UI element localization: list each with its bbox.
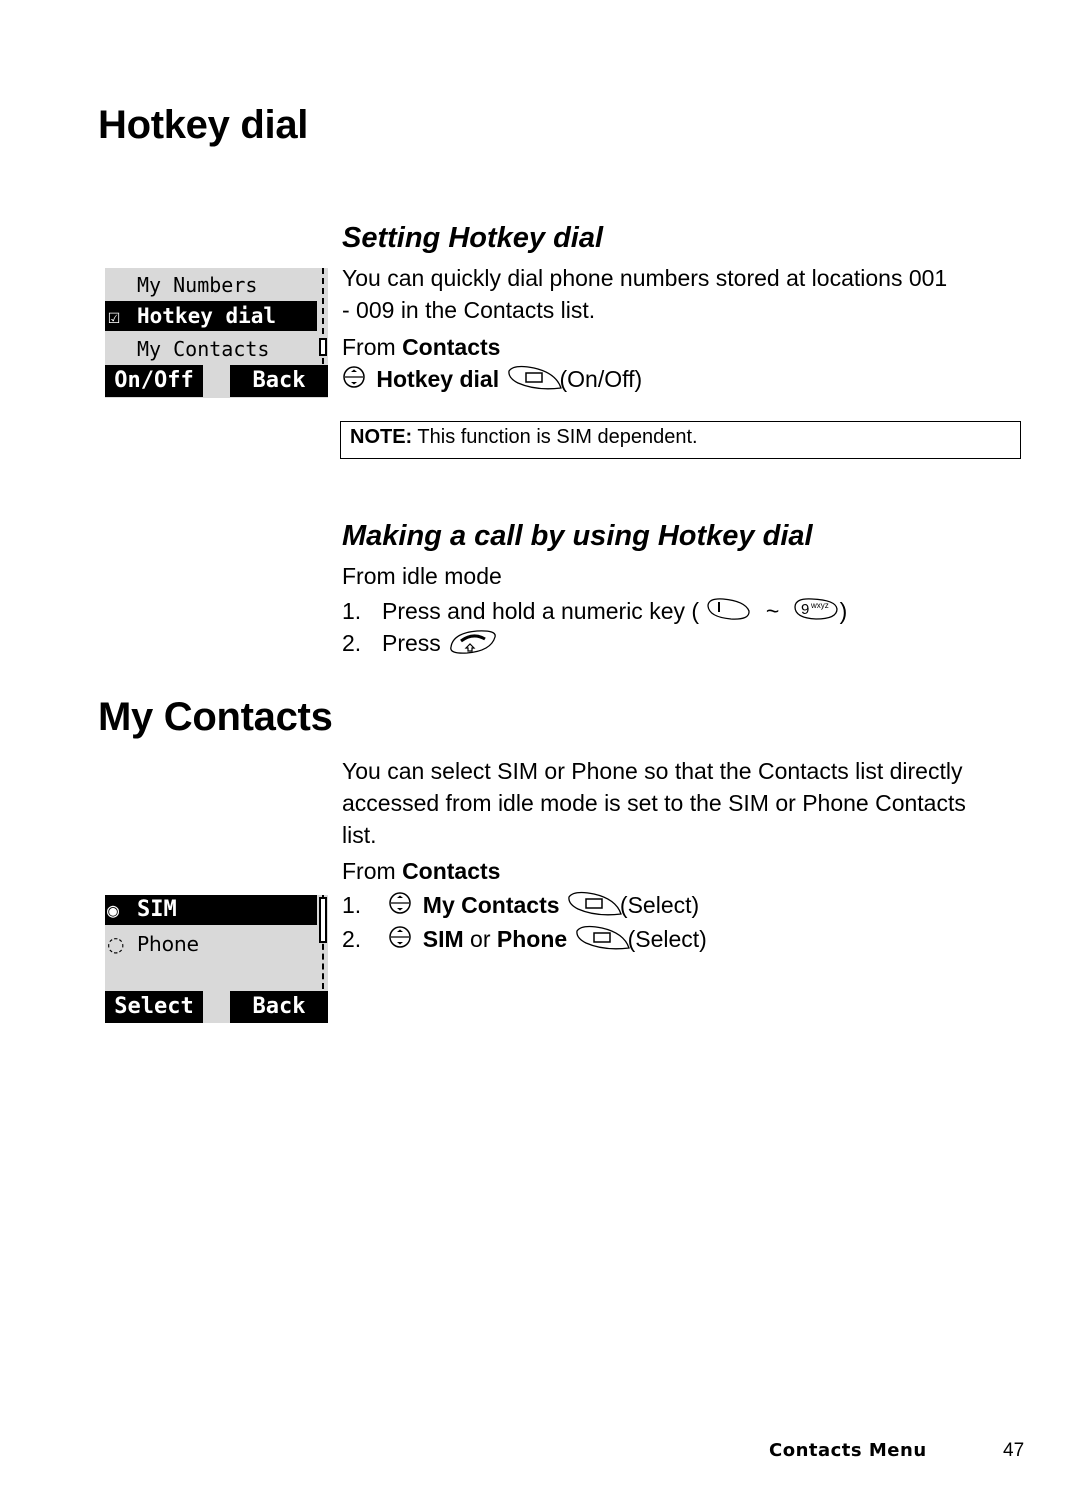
instruction-step: Hotkey dial (On/Off) <box>342 363 642 399</box>
step-number: 2. <box>342 630 362 657</box>
from-contacts-line: From Contacts <box>342 855 500 887</box>
page-number: 47 <box>1003 1440 1025 1461</box>
note-box: NOTE: This function is SIM dependent. <box>340 421 1021 459</box>
action-label: (Select) <box>627 926 707 953</box>
from-idle-mode: From idle mode <box>342 563 502 589</box>
nav-scroll-key-icon <box>388 925 412 957</box>
checkmark-icon: ☑ <box>108 304 121 328</box>
screen-option-label: Phone <box>137 932 199 956</box>
contacts-body-line3: list. <box>342 822 377 848</box>
radio-selected-icon: ◉ <box>107 898 120 922</box>
subsection-title-making-call: Making a call by using Hotkey dial <box>342 520 813 552</box>
step-text: Press <box>382 630 441 657</box>
phone-screen-my-contacts: ◉ SIM ◌ Phone Select Back <box>105 895 328 1023</box>
step-text: Press and hold a numeric key ( <box>382 598 700 625</box>
from-contacts-line: From Contacts <box>342 331 500 363</box>
body-text-line2: - 009 in the Contacts list. <box>342 297 596 323</box>
svg-text:9: 9 <box>801 601 809 618</box>
section-title-my-contacts: My Contacts <box>98 695 333 739</box>
step-number: 1. <box>342 598 362 625</box>
range-tilde: ~ <box>765 598 780 625</box>
footer-section-name: Contacts Menu <box>769 1440 927 1461</box>
step-1: 1. Press and hold a numeric key ( ~ 9 wxyz… <box>342 595 847 631</box>
screen-menu-item-label: Hotkey dial <box>137 304 277 328</box>
svg-text:wxyz: wxyz <box>810 601 829 610</box>
option-phone: Phone <box>496 926 568 953</box>
screen-option-label: SIM <box>137 897 177 922</box>
from-prefix: From <box>342 334 403 360</box>
step-2: 2. Press <box>342 627 499 663</box>
from-prefix: From <box>342 858 403 884</box>
key-9-icon: 9 wxyz <box>792 595 840 631</box>
contacts-step-1: 1. My Contacts (Select) <box>342 889 699 925</box>
nav-scroll-key-icon <box>388 891 412 923</box>
soft-key-icon <box>566 889 624 925</box>
contacts-body-line2: accessed from idle mode is set to the SI… <box>342 790 966 816</box>
note-text: This function is SIM dependent. <box>412 426 698 448</box>
or-text: or <box>463 926 497 953</box>
screen-option: ◌ Phone <box>105 929 317 959</box>
screen-menu-item-selected: ☑ Hotkey dial <box>105 301 317 331</box>
close-paren: ) <box>839 598 848 625</box>
softkey-left: On/Off <box>105 365 203 397</box>
step-number: 1. <box>342 892 362 919</box>
note-label: NOTE: <box>350 426 413 448</box>
from-menu: Contacts <box>402 858 501 884</box>
step-number: 2. <box>342 926 362 953</box>
screen-menu-item: My Numbers <box>137 273 258 297</box>
scrollbar-thumb <box>319 338 327 356</box>
nav-scroll-key-icon <box>342 365 366 397</box>
screen-option-selected: ◉ SIM <box>105 895 317 925</box>
action-label: (On/Off) <box>559 366 643 393</box>
section-title-hotkey-dial: Hotkey dial <box>98 103 309 147</box>
option-sim: SIM <box>422 926 464 953</box>
screen-menu-item: My Contacts <box>137 337 270 361</box>
key-1-icon <box>705 595 753 631</box>
softkey-left: Select <box>105 991 203 1023</box>
softkey-right: Back <box>230 991 328 1023</box>
menu-item-name: My Contacts <box>422 892 560 919</box>
contacts-step-2: 2. SIM or Phone (Select) <box>342 923 707 959</box>
from-menu: Contacts <box>402 334 501 360</box>
soft-key-icon <box>574 923 632 959</box>
subsection-title-setting-hotkey: Setting Hotkey dial <box>342 222 604 254</box>
action-label: (Select) <box>619 892 700 919</box>
softkey-right: Back <box>230 365 328 397</box>
phone-screen-hotkey-menu: My Numbers ☑ Hotkey dial My Contacts On/… <box>105 268 328 398</box>
soft-key-icon <box>506 363 564 399</box>
send-call-key-icon <box>447 627 499 663</box>
contacts-body-line1: You can select SIM or Phone so that the … <box>342 758 963 784</box>
radio-unselected-icon: ◌ <box>107 932 125 956</box>
body-text-line1: You can quickly dial phone numbers store… <box>342 265 948 291</box>
menu-item-name: Hotkey dial <box>376 366 500 393</box>
scrollbar-thumb <box>319 897 327 943</box>
